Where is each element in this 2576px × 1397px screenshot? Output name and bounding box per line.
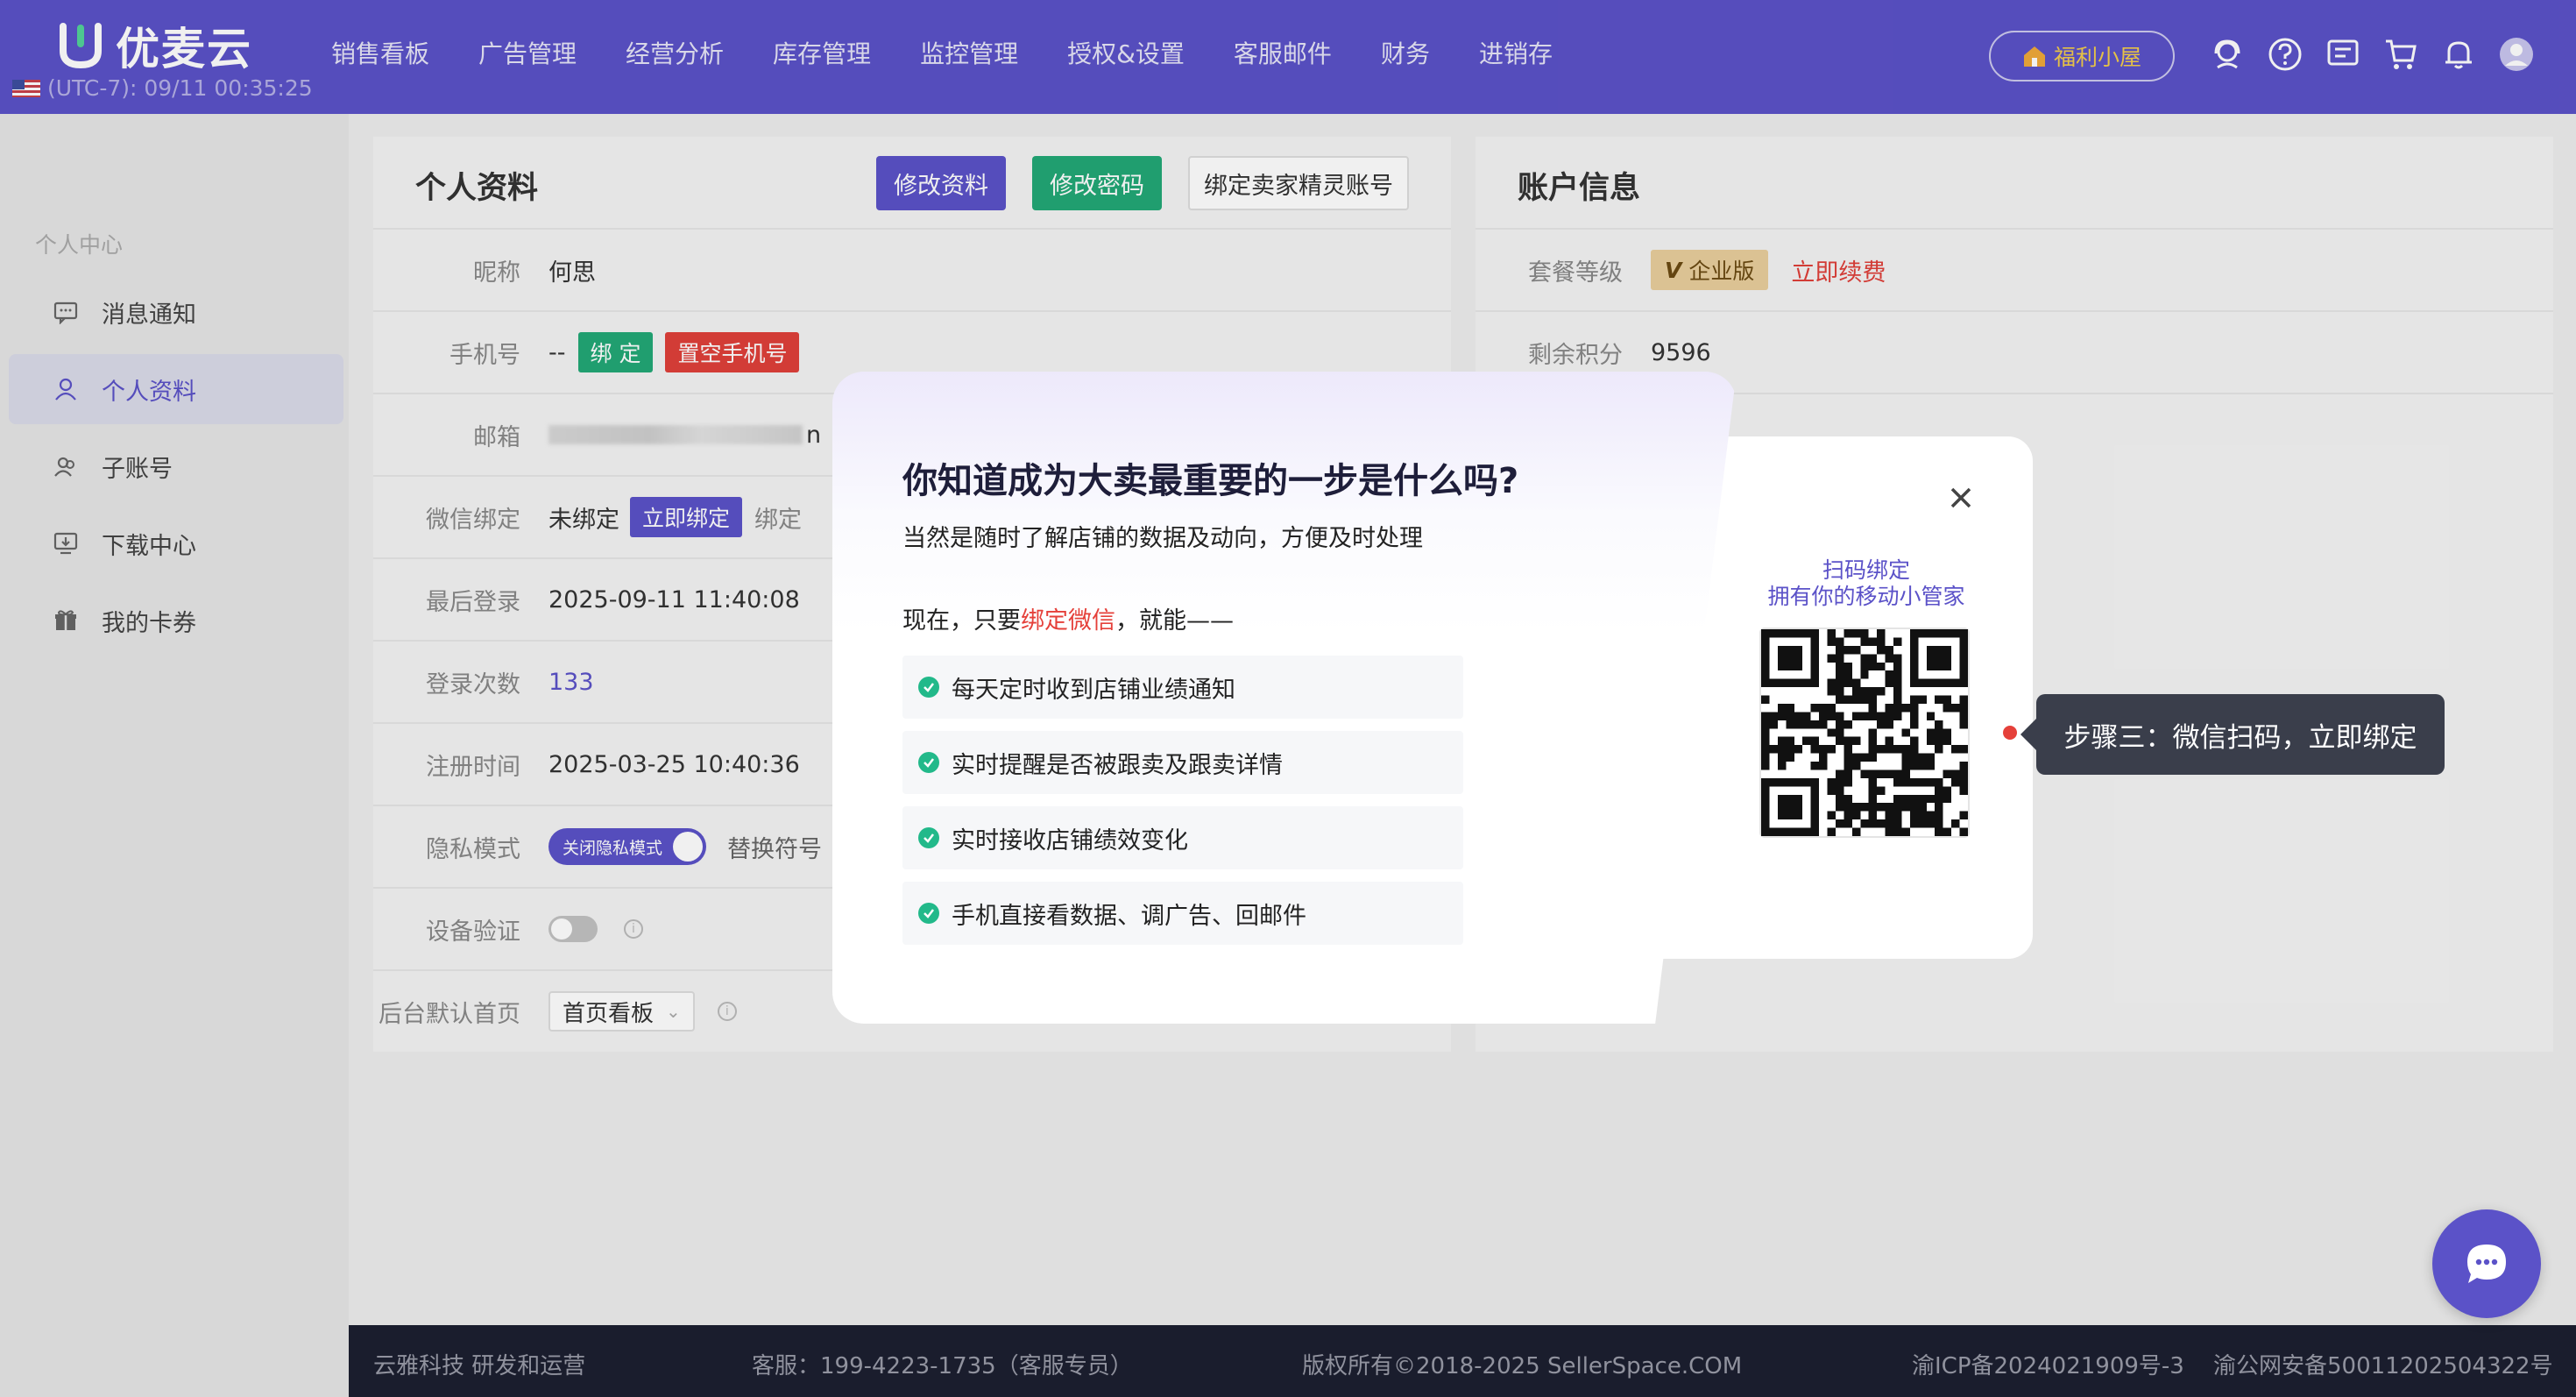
qr-code-image — [1761, 629, 1968, 836]
step-indicator-dot — [2003, 726, 2017, 740]
feature-item: 实时提醒是否被跟卖及跟卖详情 — [902, 731, 1463, 794]
qr-heading: 扫码绑定 拥有你的移动小管家 — [1744, 557, 1989, 610]
now-prefix: 现在，只要 — [902, 607, 1021, 635]
popup-subtitle: 当然是随时了解店铺的数据及动向，方便及时处理 — [902, 525, 1423, 552]
check-circle-icon — [918, 903, 939, 924]
now-highlight: 绑定微信 — [1021, 607, 1115, 635]
wechat-qr-code — [1759, 628, 1970, 838]
feature-text: 实时接收店铺绩效变化 — [952, 826, 1188, 855]
feature-text: 每天定时收到店铺业绩通知 — [952, 676, 1235, 704]
chat-bubble-icon — [2467, 1245, 2506, 1283]
check-circle-icon — [918, 752, 939, 773]
now-suffix: ，就能—— — [1115, 607, 1234, 635]
qr-title: 扫码绑定 — [1822, 557, 1910, 583]
feature-item: 实时接收店铺绩效变化 — [902, 806, 1463, 869]
popup-title: 你知道成为大卖最重要的一步是什么吗? — [902, 461, 1519, 501]
feature-text: 实时提醒是否被跟卖及跟卖详情 — [952, 751, 1283, 779]
step-tooltip: 步骤三：微信扫码，立即绑定 — [2020, 694, 2445, 775]
qr-subtitle: 拥有你的移动小管家 — [1767, 584, 1965, 609]
check-circle-icon — [918, 827, 939, 848]
popup-now-line: 现在，只要绑定微信，就能—— — [902, 601, 1234, 635]
feature-item: 每天定时收到店铺业绩通知 — [902, 656, 1463, 719]
feature-item: 手机直接看数据、调广告、回邮件 — [902, 882, 1463, 945]
feature-text: 手机直接看数据、调广告、回邮件 — [952, 902, 1306, 930]
close-icon[interactable] — [1942, 479, 1980, 517]
chat-button[interactable] — [2432, 1209, 2541, 1318]
check-circle-icon — [918, 677, 939, 698]
